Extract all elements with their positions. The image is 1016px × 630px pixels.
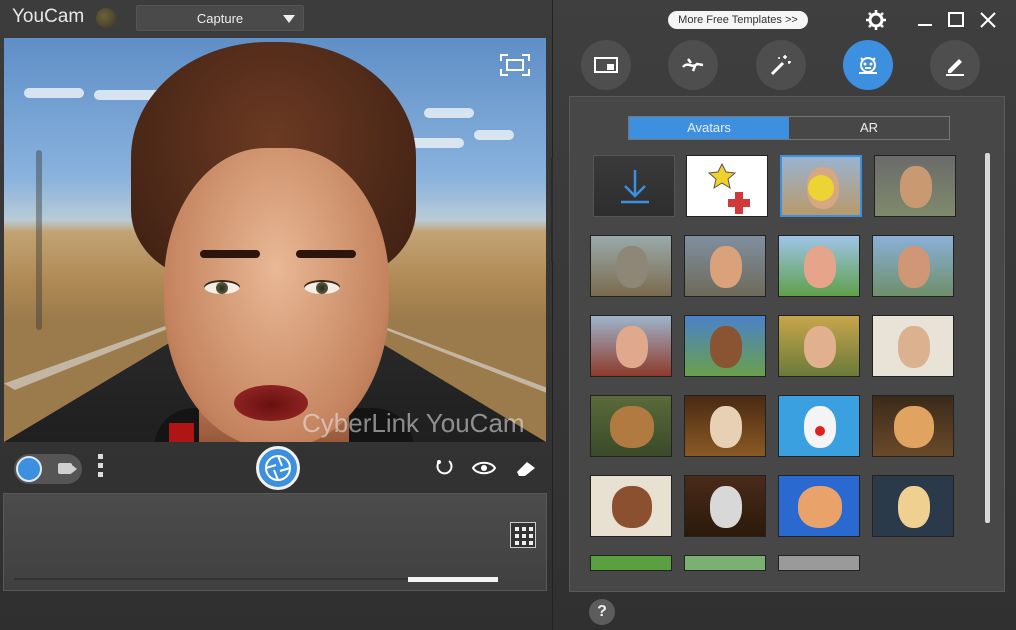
minimize-icon[interactable] [914,9,936,31]
tab-effects[interactable] [756,40,806,90]
frames-icon [594,57,618,73]
avatar-thumbnail[interactable] [590,475,672,537]
camera-preview: CyberLink YouCam [4,38,546,442]
collar [169,423,194,442]
avatar-thumbnail[interactable] [874,155,956,217]
filmstrip-scrollbar-thumb[interactable] [408,577,498,582]
shutter-icon [265,455,291,481]
particles-icon [682,58,704,72]
grid-view-button[interactable] [510,522,536,548]
avatar-scrollbar[interactable] [985,153,990,523]
capture-mode-select[interactable]: Capture [136,5,304,31]
tab-frames[interactable] [581,40,631,90]
camera-icon [16,456,42,482]
cloud [474,130,514,140]
maximize-icon[interactable] [945,9,967,31]
avatar-thumbnail[interactable] [872,235,954,297]
more-options-icon[interactable] [98,454,104,480]
add-avatar-icon [707,162,750,214]
more-templates-button[interactable]: More Free Templates >> [668,11,808,29]
right-brow [296,250,356,258]
avatar-thumbnail[interactable] [590,555,672,571]
avatar-thumbnail[interactable] [778,395,860,457]
avatar-thumbnail[interactable] [778,555,860,571]
left-brow [200,250,260,258]
avatar-thumbnail[interactable] [778,315,860,377]
avatar-thumbnail[interactable] [872,395,954,457]
gear-icon[interactable] [865,9,887,31]
cloud [424,108,474,118]
eye-icon[interactable] [472,458,496,478]
effects-pane: More Free Templates >> Avatars AR ? [553,0,1016,630]
add-custom-avatar[interactable] [686,155,768,217]
download-icon [621,170,649,204]
avatar-icon [859,57,877,74]
avatars-panel: Avatars AR [569,96,1005,592]
watermark: CyberLink YouCam [302,408,525,438]
badge-icon[interactable] [96,8,116,28]
avatar-thumbnail[interactable] [778,475,860,537]
magic-wand-icon [770,55,791,76]
video-icon [58,463,77,474]
tab-ar[interactable]: AR [789,117,949,139]
tab-edit[interactable] [930,40,980,90]
avatar-thumbnail[interactable] [684,475,766,537]
avatar-thumbnail[interactable] [684,555,766,571]
avatar-thumbnail[interactable] [684,395,766,457]
tab-particles[interactable] [668,40,718,90]
capture-button[interactable] [256,446,300,490]
download-avatars-button[interactable] [593,155,675,217]
avatar-thumbnail[interactable] [590,315,672,377]
capture-pane: YouCam Capture CyberLink YouCam [0,0,552,630]
eraser-icon[interactable] [514,458,538,478]
close-icon[interactable] [977,9,999,31]
capture-controls [0,444,552,492]
capture-mode-label: Capture [196,11,244,26]
left-titlebar: YouCam Capture [0,0,552,36]
face-beautify-icon[interactable] [432,458,456,478]
photo-filmstrip[interactable] [3,493,547,591]
avatar-thumbnail[interactable] [590,395,672,457]
fullscreen-icon[interactable] [500,54,530,76]
pencil-icon [946,59,964,76]
avatar-thumbnail[interactable] [778,235,860,297]
avatar-mouth [234,385,308,421]
zoom-slider[interactable] [36,150,42,330]
avatar-thumbnail[interactable] [780,155,862,217]
help-button[interactable]: ? [589,599,615,625]
cloud [24,88,84,98]
right-eye [304,280,340,294]
photo-video-toggle[interactable] [14,454,82,484]
tab-avatars[interactable] [843,40,893,90]
avatar-thumbnail[interactable] [590,235,672,297]
app-title: YouCam [12,6,85,27]
avatar-thumbnail[interactable] [872,475,954,537]
avatar-thumbnail[interactable] [872,315,954,377]
left-eye [204,280,240,294]
chevron-down-icon [283,15,295,23]
avatar-thumbnail[interactable] [684,315,766,377]
tab-avatars-label[interactable]: Avatars [629,117,789,139]
panel-tabs: Avatars AR [628,116,950,140]
avatar-thumbnail[interactable] [684,235,766,297]
